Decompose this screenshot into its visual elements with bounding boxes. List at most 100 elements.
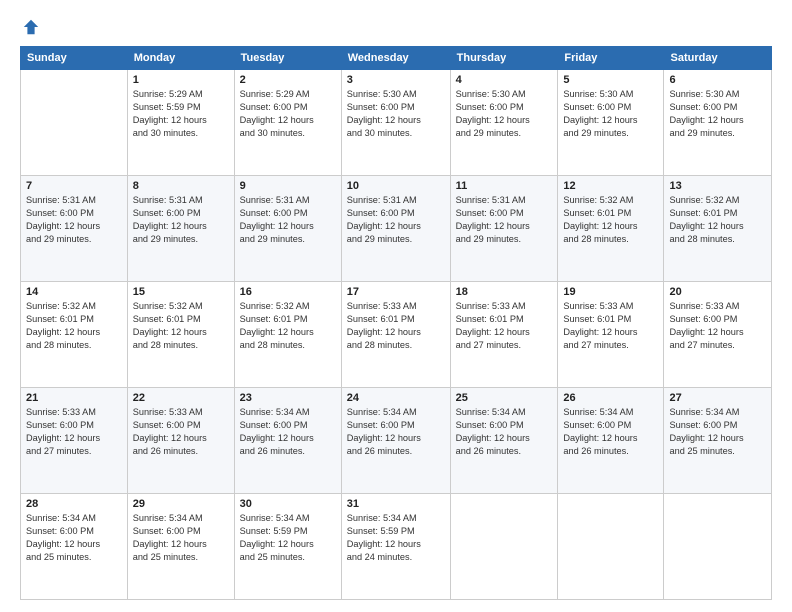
calendar-table: SundayMondayTuesdayWednesdayThursdayFrid… — [20, 46, 772, 600]
day-info: Sunrise: 5:34 AMSunset: 6:00 PMDaylight:… — [347, 406, 445, 458]
day-info: Sunrise: 5:33 AMSunset: 6:01 PMDaylight:… — [347, 300, 445, 352]
day-number: 21 — [26, 392, 122, 404]
calendar-cell: 31 Sunrise: 5:34 AMSunset: 5:59 PMDayligh… — [341, 494, 450, 600]
day-number: 13 — [669, 180, 766, 192]
day-info: Sunrise: 5:30 AMSunset: 6:00 PMDaylight:… — [456, 88, 553, 140]
day-info: Sunrise: 5:31 AMSunset: 6:00 PMDaylight:… — [240, 194, 336, 246]
calendar-cell: 23 Sunrise: 5:34 AMSunset: 6:00 PMDayligh… — [234, 388, 341, 494]
day-number: 4 — [456, 74, 553, 86]
calendar-cell: 2 Sunrise: 5:29 AMSunset: 6:00 PMDaylight… — [234, 70, 341, 176]
calendar-cell: 27 Sunrise: 5:34 AMSunset: 6:00 PMDayligh… — [664, 388, 772, 494]
day-number: 20 — [669, 286, 766, 298]
calendar-week-4: 21 Sunrise: 5:33 AMSunset: 6:00 PMDayligh… — [21, 388, 772, 494]
day-number: 3 — [347, 74, 445, 86]
day-number: 29 — [133, 498, 229, 510]
calendar-cell: 24 Sunrise: 5:34 AMSunset: 6:00 PMDayligh… — [341, 388, 450, 494]
calendar-cell: 11 Sunrise: 5:31 AMSunset: 6:00 PMDayligh… — [450, 176, 558, 282]
day-info: Sunrise: 5:29 AMSunset: 6:00 PMDaylight:… — [240, 88, 336, 140]
calendar-cell — [450, 494, 558, 600]
calendar-cell: 1 Sunrise: 5:29 AMSunset: 5:59 PMDaylight… — [127, 70, 234, 176]
calendar-cell: 18 Sunrise: 5:33 AMSunset: 6:01 PMDayligh… — [450, 282, 558, 388]
day-number: 18 — [456, 286, 553, 298]
day-number: 2 — [240, 74, 336, 86]
calendar-week-1: 1 Sunrise: 5:29 AMSunset: 5:59 PMDaylight… — [21, 70, 772, 176]
calendar-cell: 21 Sunrise: 5:33 AMSunset: 6:00 PMDayligh… — [21, 388, 128, 494]
calendar-cell: 29Sunrise: 5:34 AMSunset: 6:00 PMDayligh… — [127, 494, 234, 600]
day-info: Sunrise: 5:31 AMSunset: 6:00 PMDaylight:… — [133, 194, 229, 246]
logo — [20, 18, 40, 36]
calendar-cell: 25 Sunrise: 5:34 AMSunset: 6:00 PMDayligh… — [450, 388, 558, 494]
day-number: 24 — [347, 392, 445, 404]
day-info: Sunrise: 5:30 AMSunset: 6:00 PMDaylight:… — [563, 88, 658, 140]
calendar-cell: 19 Sunrise: 5:33 AMSunset: 6:01 PMDayligh… — [558, 282, 664, 388]
day-number: 12 — [563, 180, 658, 192]
calendar-cell: 4 Sunrise: 5:30 AMSunset: 6:00 PMDaylight… — [450, 70, 558, 176]
calendar-cell: 16Sunrise: 5:32 AMSunset: 6:01 PMDayligh… — [234, 282, 341, 388]
day-info: Sunrise: 5:34 AMSunset: 6:00 PMDaylight:… — [26, 512, 122, 564]
day-number: 8 — [133, 180, 229, 192]
day-info: Sunrise: 5:34 AMSunset: 6:00 PMDaylight:… — [240, 406, 336, 458]
calendar-header-sunday: Sunday — [21, 47, 128, 70]
day-info: Sunrise: 5:33 AMSunset: 6:01 PMDaylight:… — [456, 300, 553, 352]
calendar-cell: 15Sunrise: 5:32 AMSunset: 6:01 PMDayligh… — [127, 282, 234, 388]
day-number: 1 — [133, 74, 229, 86]
day-number: 30 — [240, 498, 336, 510]
calendar-header-wednesday: Wednesday — [341, 47, 450, 70]
day-info: Sunrise: 5:31 AMSunset: 6:00 PMDaylight:… — [347, 194, 445, 246]
calendar-cell: 14 Sunrise: 5:32 AMSunset: 6:01 PMDayligh… — [21, 282, 128, 388]
calendar-cell: 26 Sunrise: 5:34 AMSunset: 6:00 PMDayligh… — [558, 388, 664, 494]
calendar-week-5: 28 Sunrise: 5:34 AMSunset: 6:00 PMDayligh… — [21, 494, 772, 600]
day-number: 22 — [133, 392, 229, 404]
day-info: Sunrise: 5:34 AMSunset: 5:59 PMDaylight:… — [347, 512, 445, 564]
day-number: 9 — [240, 180, 336, 192]
day-info: Sunrise: 5:30 AMSunset: 6:00 PMDaylight:… — [669, 88, 766, 140]
day-info: Sunrise: 5:34 AMSunset: 6:00 PMDaylight:… — [669, 406, 766, 458]
day-number: 10 — [347, 180, 445, 192]
calendar-week-2: 7 Sunrise: 5:31 AMSunset: 6:00 PMDaylight… — [21, 176, 772, 282]
day-number: 23 — [240, 392, 336, 404]
day-number: 27 — [669, 392, 766, 404]
day-number: 17 — [347, 286, 445, 298]
day-number: 31 — [347, 498, 445, 510]
day-number: 26 — [563, 392, 658, 404]
page: SundayMondayTuesdayWednesdayThursdayFrid… — [0, 0, 792, 612]
calendar-header-saturday: Saturday — [664, 47, 772, 70]
day-info: Sunrise: 5:34 AMSunset: 6:00 PMDaylight:… — [456, 406, 553, 458]
calendar-cell — [664, 494, 772, 600]
calendar-cell: 8 Sunrise: 5:31 AMSunset: 6:00 PMDaylight… — [127, 176, 234, 282]
calendar-cell: 6Sunrise: 5:30 AMSunset: 6:00 PMDaylight… — [664, 70, 772, 176]
calendar-cell: 3Sunrise: 5:30 AMSunset: 6:00 PMDaylight… — [341, 70, 450, 176]
calendar-cell: 7 Sunrise: 5:31 AMSunset: 6:00 PMDaylight… — [21, 176, 128, 282]
day-number: 14 — [26, 286, 122, 298]
calendar-cell: 12Sunrise: 5:32 AMSunset: 6:01 PMDayligh… — [558, 176, 664, 282]
calendar-header-thursday: Thursday — [450, 47, 558, 70]
calendar-cell: 22Sunrise: 5:33 AMSunset: 6:00 PMDayligh… — [127, 388, 234, 494]
day-info: Sunrise: 5:32 AMSunset: 6:01 PMDaylight:… — [133, 300, 229, 352]
day-info: Sunrise: 5:34 AMSunset: 5:59 PMDaylight:… — [240, 512, 336, 564]
day-number: 5 — [563, 74, 658, 86]
calendar-cell: 17 Sunrise: 5:33 AMSunset: 6:01 PMDayligh… — [341, 282, 450, 388]
day-info: Sunrise: 5:31 AMSunset: 6:00 PMDaylight:… — [26, 194, 122, 246]
calendar-cell: 5 Sunrise: 5:30 AMSunset: 6:00 PMDaylight… — [558, 70, 664, 176]
day-info: Sunrise: 5:33 AMSunset: 6:00 PMDaylight:… — [669, 300, 766, 352]
day-info: Sunrise: 5:33 AMSunset: 6:00 PMDaylight:… — [26, 406, 122, 458]
calendar-cell: 28 Sunrise: 5:34 AMSunset: 6:00 PMDayligh… — [21, 494, 128, 600]
day-number: 11 — [456, 180, 553, 192]
day-number: 25 — [456, 392, 553, 404]
logo-icon — [22, 18, 40, 36]
calendar-header-friday: Friday — [558, 47, 664, 70]
day-number: 28 — [26, 498, 122, 510]
day-info: Sunrise: 5:29 AMSunset: 5:59 PMDaylight:… — [133, 88, 229, 140]
day-number: 16 — [240, 286, 336, 298]
day-info: Sunrise: 5:31 AMSunset: 6:00 PMDaylight:… — [456, 194, 553, 246]
day-info: Sunrise: 5:32 AMSunset: 6:01 PMDaylight:… — [26, 300, 122, 352]
day-info: Sunrise: 5:33 AMSunset: 6:01 PMDaylight:… — [563, 300, 658, 352]
calendar-cell: 9 Sunrise: 5:31 AMSunset: 6:00 PMDaylight… — [234, 176, 341, 282]
day-info: Sunrise: 5:34 AMSunset: 6:00 PMDaylight:… — [563, 406, 658, 458]
calendar-header-monday: Monday — [127, 47, 234, 70]
header — [20, 18, 772, 36]
calendar-header-row: SundayMondayTuesdayWednesdayThursdayFrid… — [21, 47, 772, 70]
calendar-week-3: 14 Sunrise: 5:32 AMSunset: 6:01 PMDayligh… — [21, 282, 772, 388]
day-number: 7 — [26, 180, 122, 192]
day-number: 19 — [563, 286, 658, 298]
